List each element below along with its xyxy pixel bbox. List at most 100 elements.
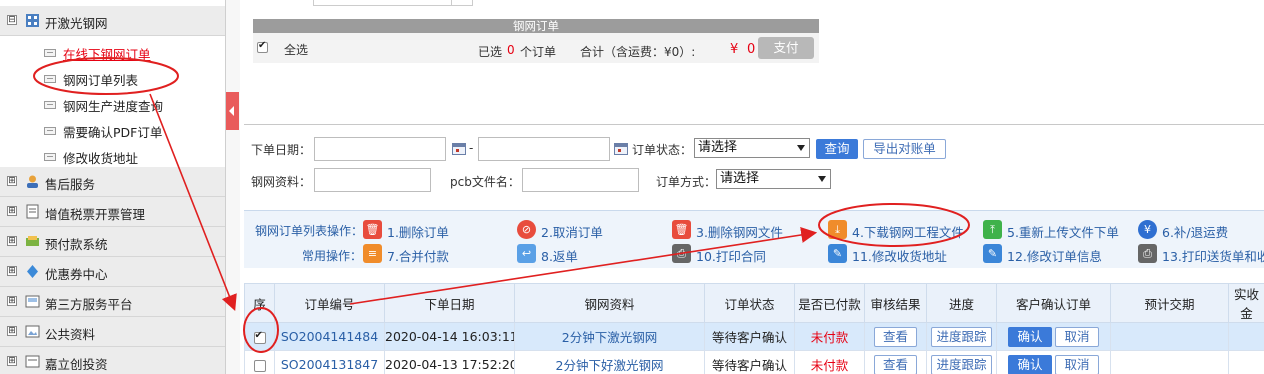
confirm-cell: 确认 取消 [996,350,1111,374]
sidebar-item-online-order[interactable]: 在线下钢网订单 [0,38,225,64]
total-currency: ¥ [730,42,739,57]
merge-pay-icon: ≡ [363,244,382,263]
action-label: 5.重新上传文件下单 [1007,225,1119,240]
order-number-link[interactable]: SO2004131847 [281,357,378,372]
row-select-cell [244,350,275,374]
action-label: 6.补/退运费 [1162,225,1229,240]
mesh-info-label: 钢网资料： [251,175,312,189]
view-review-button[interactable]: 查看 [873,326,917,347]
sidebar-group-label: 售后服务 [45,177,96,192]
progress-track-button[interactable]: 进度跟踪 [931,354,992,374]
column-header[interactable]: 预计交期 [1110,283,1229,323]
column-header[interactable]: 下单日期 [384,283,515,323]
sidebar-group-third-party[interactable]: ⊞ 第三方服务平台 [0,287,225,317]
list-operations-label: 钢网订单列表操作： [255,224,364,238]
trash-icon: 🗑 [363,220,382,239]
cancel-order-button[interactable]: 取消 [1055,326,1099,347]
sidebar-group-coupon[interactable]: ⊞ 优惠券中心 [0,257,225,287]
select-all-checkbox[interactable] [257,40,268,53]
top-input-field[interactable] [313,0,473,6]
sidebar-item-label: 在线下钢网订单 [63,47,151,62]
selected-count: 0 [507,43,515,57]
sidebar-collapse-button[interactable] [226,92,239,130]
prepay-icon [26,236,39,246]
invoice-icon [26,204,39,219]
confirm-order-button[interactable]: 确认 [1008,326,1052,347]
order-date-start-input[interactable] [314,137,446,161]
sidebar-item-label: 钢网订单列表 [63,73,139,88]
order-number-link[interactable]: SO2004141484 [281,329,378,344]
edit-icon: ✎ [828,244,847,263]
sidebar-group-prepay[interactable]: ⊞ 预付款系统 [0,227,225,257]
collapse-toggle-icon[interactable]: ⊟ [7,15,17,25]
chevron-down-icon [818,176,826,182]
unpaid-text: 未付款 [810,358,849,373]
row-select-cell [244,322,275,351]
expand-toggle-icon[interactable]: ⊞ [7,296,17,306]
order-date-label: 下单日期： [251,143,312,157]
query-button[interactable]: 查询 [816,139,858,159]
sidebar-group-invoice[interactable]: ⊞ 增值税票开票管理 [0,197,225,227]
progress-track-button[interactable]: 进度跟踪 [931,326,992,347]
sidebar-group-laser-mesh[interactable]: ⊟ 开激光钢网 [0,6,225,36]
sidebar-item-pdf-confirm[interactable]: 需要确认PDF订单 [0,116,225,142]
column-header[interactable]: 订单编号 [274,283,385,323]
calendar-icon[interactable] [614,143,628,155]
calendar-icon[interactable] [452,143,466,155]
row-checkbox[interactable] [253,359,266,372]
order-status-select[interactable]: 请选择 [694,138,810,158]
column-header: 客户确认订单 [996,283,1111,323]
column-header[interactable]: 钢网资料 [514,283,705,323]
sidebar-item-progress-query[interactable]: 钢网生产进度查询 [0,90,225,116]
mesh-info-link[interactable]: 2分钟下好激光钢网 [556,358,664,373]
common-operations-label: 常用操作： [302,249,363,263]
sidebar-group-public-docs[interactable]: ⊞ 公共资料 [0,317,225,347]
order-number[interactable]: SO2004141484 [274,322,385,351]
trash-icon: 🗑 [672,220,691,239]
table-row[interactable]: SO2004141484 2020-04-14 16:03:11 2分钟下激光钢… [244,322,1264,351]
column-header: 进度 [926,283,997,323]
row-checkbox[interactable] [253,330,266,344]
sidebar-group-investment[interactable]: ⊞ 嘉立创投资 [0,347,225,374]
after-sales-icon [27,175,38,188]
export-statement-button[interactable]: 导出对账单 [863,139,946,159]
sidebar-group-after-sales[interactable]: ⊞ 售后服务 [0,167,225,197]
amount-received [1228,350,1264,374]
column-header[interactable]: 订单状态 [704,283,795,323]
progress-cell: 进度跟踪 [926,350,997,374]
mesh-info-input[interactable] [314,168,431,192]
pcb-file-input[interactable] [522,168,639,192]
order-table: 序 订单编号 下单日期 钢网资料 订单状态 是否已付款 审核结果 进度 客户确认… [244,283,1264,374]
order-status: 等待客户确认 [704,350,795,374]
third-party-icon [25,295,40,308]
column-header[interactable]: 实收金 [1228,283,1264,323]
investment-icon [25,355,40,368]
mesh-info-link[interactable]: 2分钟下激光钢网 [562,330,657,345]
expand-toggle-icon[interactable]: ⊞ [7,326,17,336]
cancel-order-button[interactable]: 取消 [1055,354,1099,374]
table-row[interactable]: SO2004131847 2020-04-13 17:52:20 2分钟下好激光… [244,350,1264,374]
order-number[interactable]: SO2004131847 [274,350,385,374]
sidebar-item-order-list[interactable]: 钢网订单列表 [0,64,225,90]
order-status: 等待客户确认 [704,322,795,351]
selected-prefix: 已选 [478,45,503,59]
estimated-delivery [1110,322,1229,351]
mesh-info: 2分钟下好激光钢网 [514,350,705,374]
view-review-button[interactable]: 查看 [873,354,917,374]
expand-toggle-icon[interactable]: ⊞ [7,266,17,276]
expand-toggle-icon[interactable]: ⊞ [7,236,17,246]
expand-toggle-icon[interactable]: ⊞ [7,356,17,366]
confirm-order-button[interactable]: 确认 [1008,354,1052,374]
order-date-end-input[interactable] [478,137,610,161]
expand-toggle-icon[interactable]: ⊞ [7,206,17,216]
action-label: 1.删除订单 [387,225,449,240]
column-header[interactable]: 是否已付款 [794,283,865,323]
sidebar-item-edit-address[interactable]: 修改收货地址 [0,142,225,168]
pay-button[interactable]: 支付 [758,37,814,59]
doc-icon [44,49,56,57]
expand-toggle-icon[interactable]: ⊞ [7,176,17,186]
progress-cell: 进度跟踪 [926,322,997,351]
doc-icon [44,127,56,135]
doc-icon [44,101,56,109]
order-method-select[interactable]: 请选择 [716,169,831,189]
